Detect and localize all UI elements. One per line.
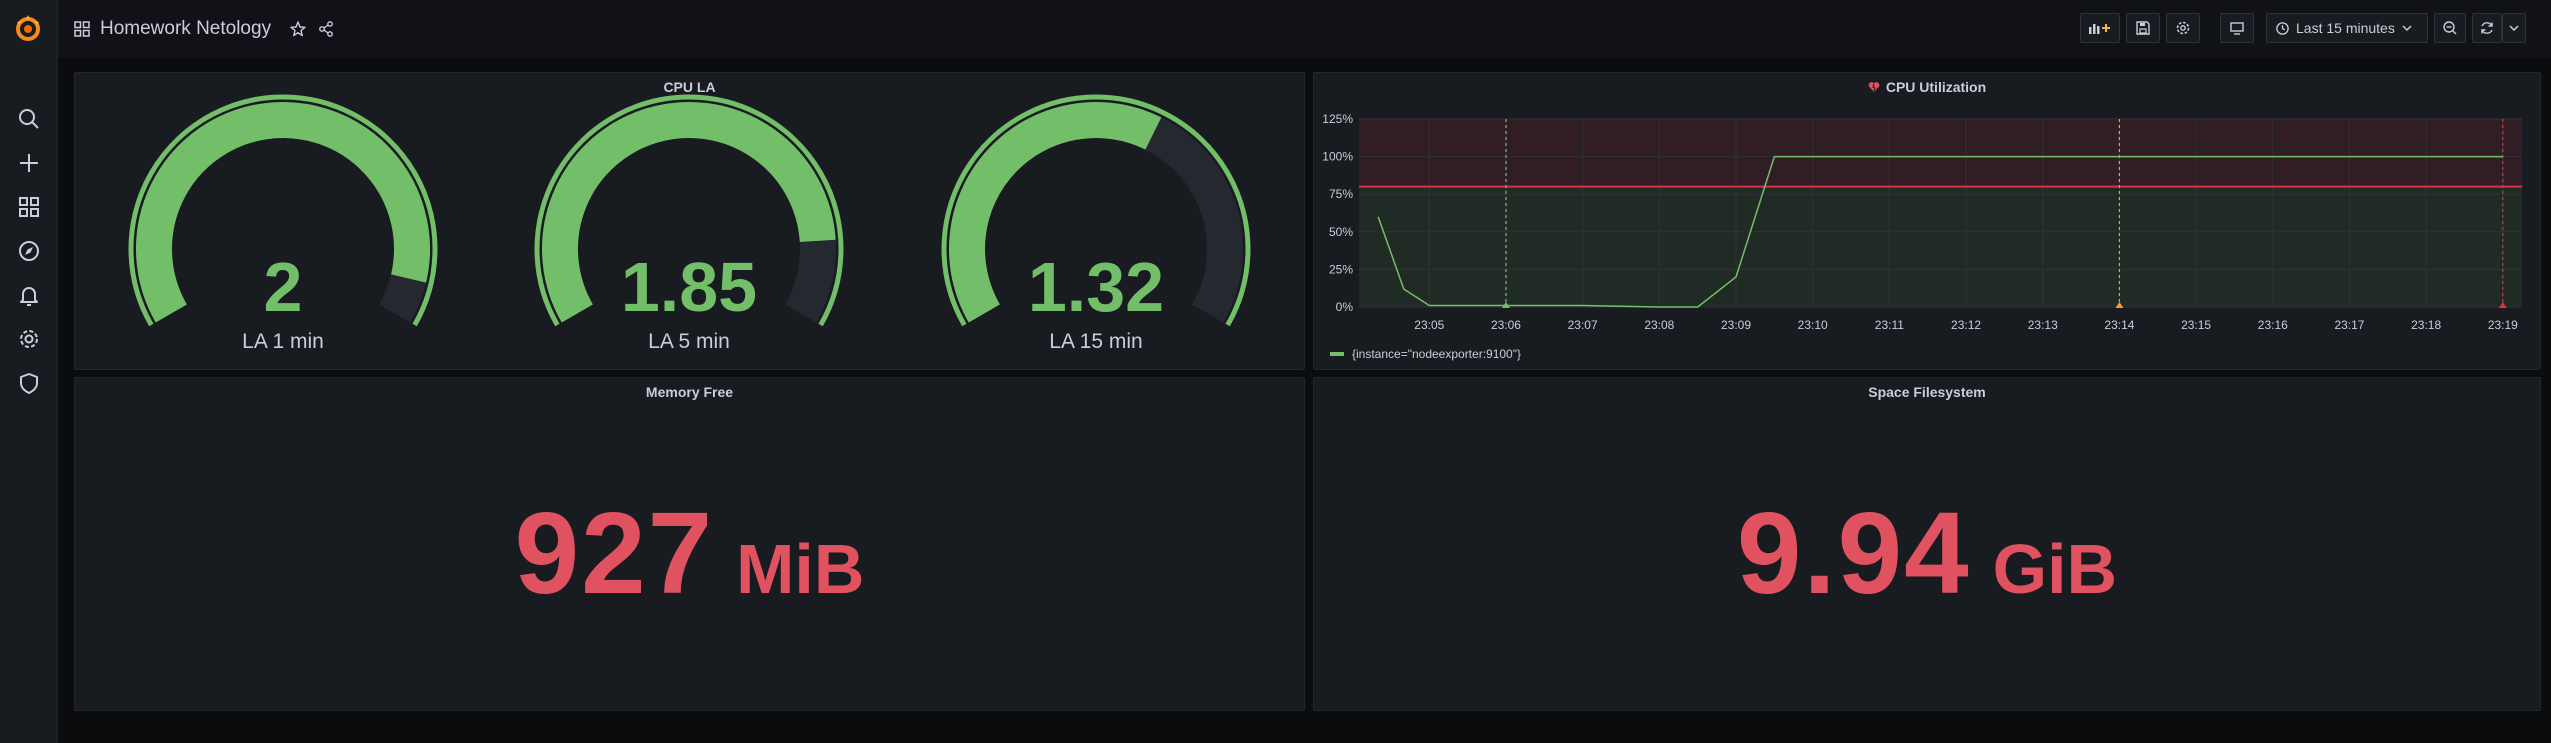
panel-title[interactable]: Memory Free — [75, 384, 1304, 400]
threshold-critical-region — [1359, 119, 2522, 187]
dashboards-icon[interactable] — [16, 194, 42, 220]
gauge-value: 2 — [264, 248, 303, 326]
x-tick-label: 23:05 — [1414, 318, 1444, 332]
x-tick-label: 23:14 — [2104, 318, 2134, 332]
chevron-down-icon — [2509, 25, 2519, 32]
cpu-utilization-graph[interactable]: 0% 25% 50% 75% 100% 125% 23:05 23:06 23:07 23:08 2… — [1314, 73, 2540, 369]
dashboard-header: Homework Netology — [74, 16, 335, 42]
stat-value: 9.94 — [1736, 488, 1971, 618]
legend-label: {instance="nodeexporter:9100"} — [1352, 347, 1521, 361]
save-icon — [2136, 21, 2150, 35]
dashboard-title[interactable]: Homework Netology — [100, 18, 271, 40]
time-range-picker[interactable]: Last 15 minutes — [2266, 13, 2428, 43]
y-tick-label: 25% — [1329, 262, 1353, 276]
y-tick-label: 125% — [1322, 112, 1353, 126]
x-tick-label: 23:13 — [2028, 318, 2058, 332]
x-tick-label: 23:11 — [1875, 318, 1904, 332]
y-tick-label: 0% — [1336, 300, 1354, 314]
x-tick-label: 23:16 — [2258, 318, 2288, 332]
x-tick-label: 23:10 — [1798, 318, 1828, 332]
x-tick-label: 23:09 — [1721, 318, 1751, 332]
gauge-label: LA 1 min — [242, 330, 324, 353]
search-icon[interactable] — [16, 106, 42, 132]
x-tick-label: 23:15 — [2181, 318, 2211, 332]
configuration-gear-icon[interactable] — [16, 326, 42, 352]
gauge-label: LA 5 min — [648, 330, 730, 353]
zoom-out-icon — [2443, 21, 2457, 35]
x-tick-label: 23:18 — [2411, 318, 2441, 332]
memory-free-panel: Memory Free 927 MiB — [74, 377, 1305, 711]
panel-title[interactable]: Space Filesystem — [1314, 384, 2540, 400]
refresh-dashboard-button[interactable] — [2472, 13, 2502, 43]
refresh-icon — [2481, 22, 2493, 34]
time-range-label: Last 15 minutes — [2296, 20, 2395, 36]
cpu-utilization-panel: CPU Utilization 0% 25% 50% 75% 100% 125% 23:05… — [1313, 72, 2541, 370]
threshold-ok-region — [1359, 186, 2522, 307]
gauge-row: 2 LA 1 min 1.85 LA 5 min 1.32 LA 15 min — [128, 94, 1251, 353]
y-tick-label: 100% — [1322, 150, 1353, 164]
sidebar — [0, 0, 58, 743]
x-tick-label: 23:17 — [2334, 318, 2364, 332]
x-tick-label: 23:08 — [1644, 318, 1674, 332]
settings-gear-icon — [2176, 21, 2190, 35]
monitor-icon — [2230, 22, 2244, 35]
cpu-la-panel: CPU LA 2 LA 1 min 1.85 LA 5 min 1.32 LA 15 mi… — [74, 72, 1305, 370]
chevron-down-icon — [2402, 25, 2412, 32]
x-tick-label: 23:06 — [1491, 318, 1521, 332]
dashboard-grid-icon — [74, 21, 90, 37]
save-dashboard-button[interactable] — [2126, 13, 2160, 43]
space-filesystem-stat: 9.94 GiB — [1314, 486, 2540, 620]
star-icon[interactable] — [289, 20, 307, 38]
cycle-view-mode-button[interactable] — [2220, 13, 2254, 43]
zoom-out-button[interactable] — [2434, 13, 2466, 43]
memory-free-stat: 927 MiB — [75, 486, 1304, 620]
y-tick-label: 50% — [1329, 225, 1353, 239]
add-panel-button[interactable] — [2080, 13, 2120, 43]
x-tick-label: 23:12 — [1951, 318, 1981, 332]
dashboard-settings-button[interactable] — [2166, 13, 2200, 43]
stat-unit: GiB — [1992, 530, 2118, 608]
top-navbar: Homework Netology Last 15 minutes — [58, 0, 2551, 58]
space-filesystem-panel: Space Filesystem 9.94 GiB — [1313, 377, 2541, 711]
stat-value: 927 — [514, 488, 715, 618]
share-icon[interactable] — [317, 20, 335, 38]
legend-swatch — [1330, 352, 1344, 356]
plus-icon[interactable] — [16, 150, 42, 176]
gauge-label: LA 15 min — [1049, 330, 1142, 353]
clock-icon — [2276, 21, 2289, 35]
grafana-logo-icon[interactable] — [13, 13, 43, 43]
x-tick-label: 23:19 — [2488, 318, 2518, 332]
alerting-bell-icon[interactable] — [16, 282, 42, 308]
x-tick-label: 23:07 — [1568, 318, 1598, 332]
y-tick-label: 75% — [1329, 187, 1353, 201]
explore-compass-icon[interactable] — [16, 238, 42, 264]
refresh-interval-dropdown[interactable] — [2502, 13, 2526, 43]
gauge-value: 1.32 — [1028, 248, 1164, 326]
server-admin-shield-icon[interactable] — [16, 370, 42, 396]
gauge-value: 1.85 — [621, 248, 757, 326]
add-panel-icon — [2089, 24, 2110, 34]
stat-unit: MiB — [736, 530, 865, 608]
